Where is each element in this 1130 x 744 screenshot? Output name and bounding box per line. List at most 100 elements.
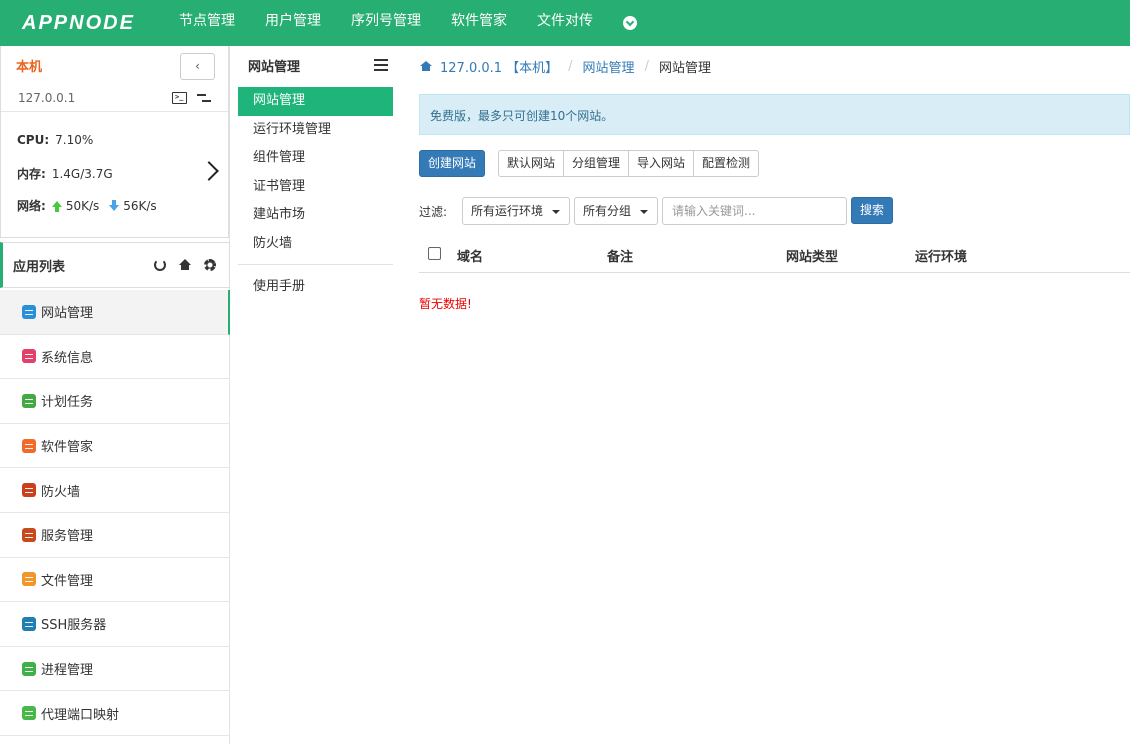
select-all-checkbox[interactable] <box>428 247 441 260</box>
hamburger-menu-icon[interactable] <box>374 59 388 71</box>
create-website-button[interactable]: 创建网站 <box>419 150 485 177</box>
home-icon[interactable] <box>420 61 432 72</box>
app-item-label: 系统信息 <box>41 350 94 366</box>
chevron-down-circle-icon[interactable] <box>623 16 637 30</box>
submenu-item-component-management[interactable]: 组件管理 <box>238 144 393 173</box>
app-item-label: 进程管理 <box>41 663 94 679</box>
runtime-env-value: 所有运行环境 <box>471 204 544 218</box>
submenu-item-certificate-management[interactable]: 证书管理 <box>238 173 393 202</box>
column-domain[interactable]: 域名 <box>457 246 483 265</box>
app-item-process-management[interactable]: 进程管理 <box>0 647 230 692</box>
group-select[interactable]: 所有分组 <box>574 197 658 225</box>
nav-file-transfer[interactable]: 文件对传 <box>522 0 608 46</box>
nav-software-manager[interactable]: 软件管家 <box>436 0 522 46</box>
breadcrumb-host[interactable]: 127.0.0.1 【本机】 <box>440 57 558 76</box>
group-management-button[interactable]: 分组管理 <box>563 150 630 177</box>
info-icon <box>22 349 36 364</box>
proxy-icon <box>22 706 36 721</box>
column-runtime[interactable]: 运行环境 <box>915 246 967 265</box>
app-item-system-info[interactable]: 系统信息 <box>0 335 230 380</box>
app-item-software-manager[interactable]: 软件管家 <box>0 424 230 469</box>
node-stats[interactable]: CPU: 7.10% 内存: 1.4G/3.7G 网络: 50K/s 56K/s <box>1 112 228 237</box>
sub-menu-panel: 网站管理 网站管理 运行环境管理 组件管理 证书管理 建站市场 防火墙 使用手册 <box>231 46 400 744</box>
refresh-icon[interactable] <box>154 259 166 271</box>
toolbar-button-group: 默认网站 分组管理 导入网站 配置检测 <box>498 150 760 177</box>
app-logo[interactable]: APPNODE <box>22 12 164 35</box>
user-manual-link[interactable]: 使用手册 <box>253 275 305 294</box>
nav-serial-management[interactable]: 序列号管理 <box>336 0 436 46</box>
activity-icon <box>22 661 36 676</box>
app-item-label: 代理端口映射 <box>41 707 120 723</box>
app-item-label: 文件管理 <box>41 573 94 589</box>
app-item-label: 防火墙 <box>41 484 81 500</box>
app-item-label: 软件管家 <box>41 440 94 456</box>
search-button[interactable]: 搜索 <box>851 197 893 224</box>
memory-value: 1.4G/3.7G <box>51 167 113 181</box>
runtime-env-select[interactable]: 所有运行环境 <box>462 197 570 225</box>
app-list: 网站管理 系统信息 计划任务 软件管家 防火墙 服务管理 文件管理 SSH服务器… <box>0 290 230 736</box>
submenu-list: 网站管理 运行环境管理 组件管理 证书管理 建站市场 防火墙 <box>238 87 393 259</box>
submenu-item-site-market[interactable]: 建站市场 <box>238 201 393 230</box>
license-notice: 免费版，最多只可创建10个网站。 <box>419 94 1130 135</box>
app-item-file-management[interactable]: 文件管理 <box>0 558 230 603</box>
gear-icon[interactable] <box>204 259 216 271</box>
node-ip: 127.0.0.1 <box>18 91 76 105</box>
config-check-button[interactable]: 配置检测 <box>693 150 760 177</box>
empty-table-message: 暂无数据! <box>419 297 472 311</box>
download-arrow-icon <box>109 199 120 211</box>
nav-user-management[interactable]: 用户管理 <box>250 0 336 46</box>
network-stat: 网络: 50K/s 56K/s <box>17 197 157 214</box>
app-store-icon <box>22 438 36 453</box>
node-header: 本机 ‹ 127.0.0.1 >_ <box>1 46 228 112</box>
submenu-item-firewall[interactable]: 防火墙 <box>238 230 393 259</box>
cpu-stat: CPU: 7.10% <box>17 133 93 147</box>
upload-arrow-icon <box>51 200 62 212</box>
caret-down-icon <box>640 210 648 214</box>
app-item-label: 计划任务 <box>41 395 94 411</box>
nav-node-management[interactable]: 节点管理 <box>164 0 250 46</box>
app-item-service-management[interactable]: 服务管理 <box>0 513 230 558</box>
breadcrumb-current: 网站管理 <box>658 61 711 76</box>
memory-stat: 内存: 1.4G/3.7G <box>17 165 113 182</box>
submenu-item-runtime-management[interactable]: 运行环境管理 <box>238 116 393 145</box>
default-website-button[interactable]: 默认网站 <box>498 150 565 177</box>
group-value: 所有分组 <box>583 204 632 218</box>
cpu-value: 7.10% <box>55 133 94 147</box>
app-item-ssh-server[interactable]: SSH服务器 <box>0 602 230 647</box>
network-down-value: 56K/s <box>123 198 157 213</box>
submenu-divider <box>238 264 393 265</box>
keyword-search-input[interactable] <box>662 197 847 225</box>
left-sidebar: 本机 ‹ 127.0.0.1 >_ CPU: 7.10% 内存: 1.4G/3.7G… <box>0 46 230 744</box>
home-icon[interactable] <box>179 259 191 271</box>
calendar-icon <box>22 393 36 408</box>
top-nav: 节点管理 用户管理 序列号管理 软件管家 文件对传 <box>164 0 637 46</box>
services-icon <box>22 527 36 542</box>
app-item-port-forwarding[interactable]: 代理端口映射 <box>0 691 230 736</box>
node-panel: 本机 ‹ 127.0.0.1 >_ CPU: 7.10% 内存: 1.4G/3.7G… <box>0 46 229 238</box>
node-name: 本机 <box>16 60 43 75</box>
column-site-type[interactable]: 网站类型 <box>786 246 838 265</box>
import-website-button[interactable]: 导入网站 <box>628 150 695 177</box>
submenu-item-website-management[interactable]: 网站管理 <box>238 87 393 116</box>
column-remark[interactable]: 备注 <box>607 246 633 265</box>
memory-label: 内存: <box>17 167 46 181</box>
network-label: 网络: <box>17 199 46 213</box>
terminal-icon[interactable]: >_ <box>172 92 187 104</box>
caret-down-icon <box>552 210 560 214</box>
breadcrumb: 127.0.0.1 【本机】 / 网站管理 / 网站管理 <box>420 57 711 76</box>
collapse-sidebar-button[interactable]: ‹ <box>180 53 215 80</box>
app-item-website-management[interactable]: 网站管理 <box>0 290 230 335</box>
breadcrumb-section[interactable]: 网站管理 <box>583 57 635 76</box>
app-item-label: 服务管理 <box>41 529 94 545</box>
website-table-header: 域名 备注 网站类型 运行环境 <box>419 235 1130 273</box>
app-item-firewall[interactable]: 防火墙 <box>0 468 230 513</box>
submenu-title: 网站管理 <box>248 60 301 75</box>
network-up-value: 50K/s <box>65 198 100 213</box>
app-list-title: 应用列表 <box>13 259 66 275</box>
chevron-right-icon[interactable] <box>199 161 219 181</box>
folder-icon <box>22 572 36 587</box>
cpu-label: CPU: <box>17 133 50 147</box>
switch-node-icon[interactable] <box>197 93 211 103</box>
filter-label: 过滤: <box>419 205 448 219</box>
app-item-scheduled-tasks[interactable]: 计划任务 <box>0 379 230 424</box>
